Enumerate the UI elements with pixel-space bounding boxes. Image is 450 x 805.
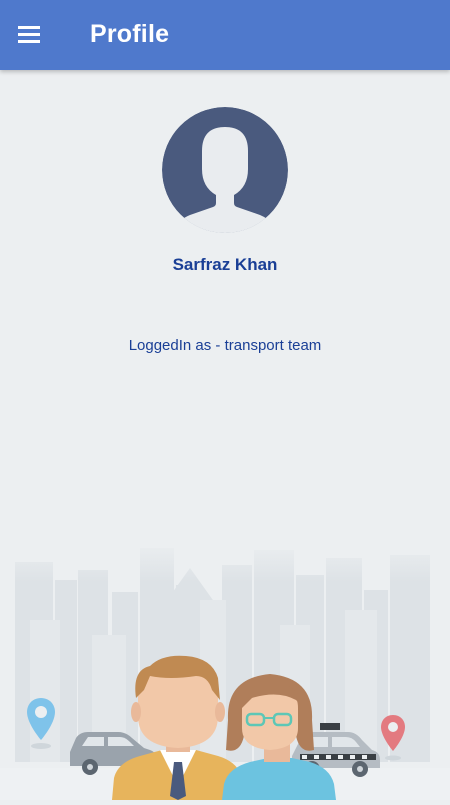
page-title: Profile xyxy=(90,20,170,48)
menu-button[interactable] xyxy=(6,12,54,58)
default-user-avatar-icon xyxy=(162,107,288,233)
avatar xyxy=(162,107,288,233)
user-name: Sarfraz Khan xyxy=(172,255,278,274)
logged-in-role-text: LoggedIn as - transport team xyxy=(128,337,322,354)
hamburger-menu-icon xyxy=(18,26,40,43)
city-transport-illustration xyxy=(0,540,450,800)
app-bar: Profile xyxy=(0,0,450,70)
